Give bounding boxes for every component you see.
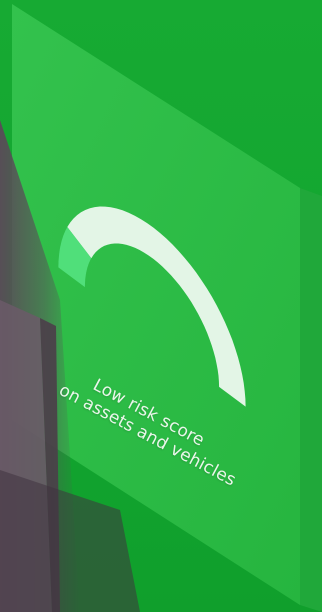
illustration-stage: Low risk score on assets and vehicles — [0, 0, 322, 612]
risk-score-illustration — [0, 4, 322, 612]
card-edge — [300, 188, 322, 612]
